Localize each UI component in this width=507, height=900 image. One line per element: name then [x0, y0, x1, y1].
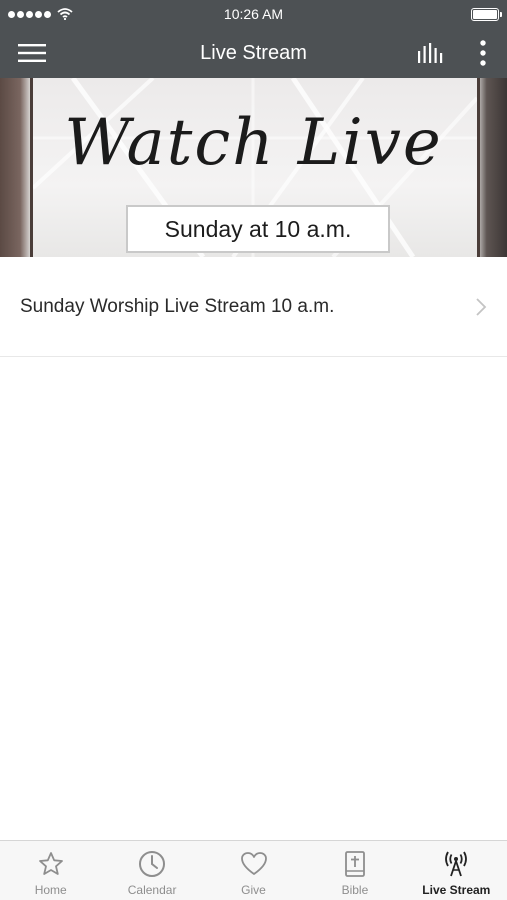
- tab-calendar[interactable]: Calendar: [101, 841, 202, 900]
- chevron-right-icon: [476, 297, 487, 316]
- tab-label: Home: [34, 883, 67, 897]
- tab-label: Live Stream: [422, 883, 491, 897]
- tab-live-stream[interactable]: Live Stream: [406, 841, 507, 900]
- status-time: 10:26 AM: [223, 6, 284, 22]
- tab-label: Give: [241, 883, 266, 897]
- menu-button[interactable]: [0, 28, 64, 78]
- star-icon: [38, 852, 63, 875]
- tab-bar: Home Calendar Give Bible Live Stream: [0, 840, 507, 900]
- tab-give[interactable]: Give: [203, 841, 304, 900]
- more-vertical-icon: [480, 40, 486, 66]
- banner-script-title: Watch Live: [64, 106, 443, 180]
- list-item-label: Sunday Worship Live Stream 10 a.m.: [20, 295, 335, 317]
- banner-schedule-text: Sunday at 10 a.m.: [164, 215, 352, 242]
- tab-bible[interactable]: Bible: [304, 841, 405, 900]
- heart-icon: [240, 852, 267, 875]
- bible-icon: [345, 851, 365, 877]
- tab-label: Calendar: [127, 883, 177, 897]
- status-bar: 10:26 AM: [0, 0, 507, 28]
- banner-schedule-box: Sunday at 10 a.m.: [126, 205, 390, 253]
- audio-bars-icon: [418, 43, 443, 63]
- tab-label: Bible: [341, 883, 369, 897]
- watch-live-banner: Watch Live Sunday at 10 a.m.: [0, 78, 507, 257]
- audio-bars-button[interactable]: [403, 28, 459, 78]
- tab-home[interactable]: Home: [0, 841, 101, 900]
- battery-icon: [471, 7, 502, 21]
- clock-icon: [139, 851, 166, 877]
- more-options-button[interactable]: [459, 28, 507, 78]
- nav-bar: Live Stream: [0, 28, 507, 78]
- hamburger-icon: [18, 44, 46, 62]
- list-item[interactable]: Sunday Worship Live Stream 10 a.m.: [0, 257, 507, 357]
- broadcast-icon: [445, 851, 468, 877]
